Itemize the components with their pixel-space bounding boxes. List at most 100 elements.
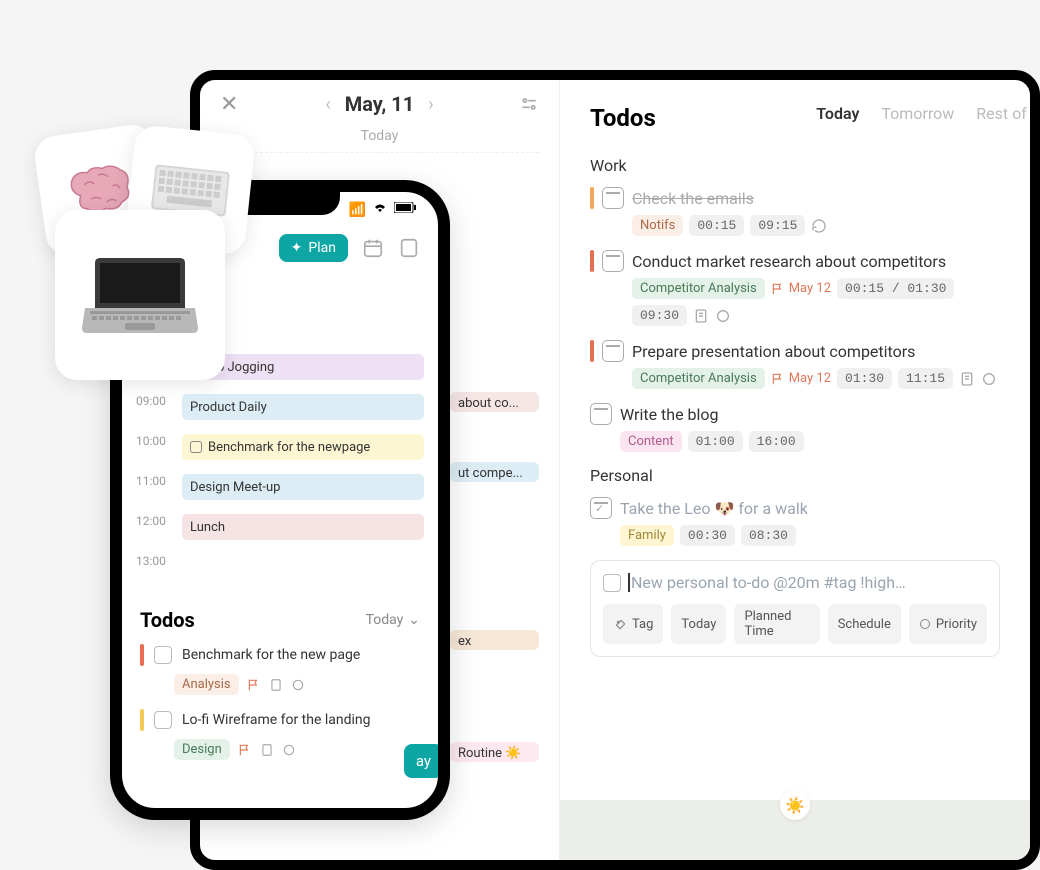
chip-comp: Competitor Analysis (632, 278, 765, 299)
calendar-header: ✕ ‹ May, 11 › (200, 80, 559, 128)
todos-pane: Todos TodayTomorrowRest of T WorkCheck t… (560, 80, 1030, 860)
quickbtn-priority[interactable]: Priority (909, 604, 987, 644)
quickbtn-today[interactable]: Today (671, 604, 726, 644)
note-icon (260, 743, 274, 757)
phone-todos-title: Todos (140, 608, 195, 632)
phone-todo-item[interactable]: Lo-fi Wireframe for the landing (140, 709, 420, 731)
phone-todo-title: Benchmark for the new page (182, 647, 360, 663)
note-icon[interactable] (398, 237, 420, 259)
calendar-checkbox-icon[interactable] (602, 250, 624, 272)
tab-today[interactable]: Today (816, 104, 859, 123)
quickbtn-planned-time[interactable]: Planned Time (734, 604, 819, 644)
tab-rest-of-t[interactable]: Rest of T (976, 104, 1040, 123)
calendar-checkbox-icon[interactable] (602, 187, 624, 209)
chip-time: 16:00 (749, 431, 804, 452)
phone-timeline: Go JoggingProduct DailyBenchmark for the… (122, 354, 438, 594)
chip-comp: Competitor Analysis (632, 368, 765, 389)
priority-bar (140, 709, 144, 731)
chip-time: 09:30 (632, 305, 687, 326)
prev-day-arrow-icon[interactable]: ‹ (325, 94, 330, 115)
sun-icon: ☀️ (780, 790, 810, 820)
timeline-event[interactable]: about co... (450, 392, 539, 412)
chip: Design (174, 739, 230, 760)
todo-title: Prepare presentation about competitors (632, 342, 915, 361)
todo-item[interactable]: Conduct market research about competitor… (590, 250, 1000, 326)
calendar-checkbox-icon[interactable] (590, 497, 612, 519)
chip-notif: Notifs (632, 215, 683, 236)
phone-hour: 10:00 (136, 434, 181, 474)
phone-todos-filter[interactable]: Today⌄ (366, 612, 420, 628)
phone-hour: 13:00 (136, 554, 181, 594)
phone-event[interactable]: Lunch (182, 514, 424, 540)
todo-item[interactable]: Prepare presentation about competitors Co… (590, 340, 1000, 389)
priority-bar (140, 644, 144, 666)
tab-tomorrow[interactable]: Tomorrow (881, 104, 954, 123)
priority-bar (590, 340, 594, 362)
phone-event[interactable]: Design Meet-up (182, 474, 424, 500)
battery-icon (394, 202, 416, 218)
section-header: Work (590, 156, 1000, 175)
flag-icon (238, 743, 252, 757)
circle-icon (981, 371, 997, 387)
timeline-event[interactable]: ut compe... (450, 462, 539, 482)
phone-todo-title: Lo-fi Wireframe for the landing (182, 712, 371, 728)
note-icon (269, 678, 283, 692)
plan-button[interactable]: ✦ Plan (279, 234, 348, 262)
date-label: May, 11 (345, 92, 415, 116)
phone-hour: 12:00 (136, 514, 181, 554)
circle-icon (282, 743, 296, 757)
new-todo-placeholder: New personal to-do @20m #tag !high… (631, 573, 906, 592)
wifi-icon (372, 202, 388, 218)
todo-title: Check the emails (632, 189, 754, 208)
phone-hour: 09:00 (136, 394, 181, 434)
chevron-down-icon: ⌄ (408, 612, 420, 628)
todo-item[interactable]: Take the Leo 🐶 for a walkFamily00:3008:3… (590, 497, 1000, 546)
phone-event[interactable]: Product Daily (182, 394, 424, 420)
todos-tabs: Today Tomorrow Rest of T (816, 104, 1040, 123)
todo-title: Write the blog (620, 405, 719, 424)
checkbox-icon[interactable] (154, 646, 172, 664)
event-checkbox[interactable] (190, 441, 202, 453)
priority-bar (590, 187, 594, 209)
quickbtn-schedule[interactable]: Schedule (828, 604, 901, 644)
chip-family: Family (620, 525, 674, 546)
chip-time: 00:15 (689, 215, 744, 236)
calendar-checkbox-icon[interactable] (602, 340, 624, 362)
chip-time: 11:15 (898, 368, 953, 389)
floating-button[interactable]: ay (404, 744, 443, 778)
chip-time: 08:30 (741, 525, 796, 546)
flag-date: May 12 (771, 281, 831, 296)
priority-bar (590, 250, 594, 272)
signal-icon: 📶 (349, 202, 366, 218)
sparkle-icon: ✦ (291, 240, 303, 256)
chip-time: 00:15 / 01:30 (837, 278, 954, 299)
calendar-checkbox-icon[interactable] (590, 403, 612, 425)
settings-icon[interactable] (519, 94, 539, 114)
checkbox-icon[interactable] (154, 711, 172, 729)
todo-item[interactable]: Write the blogContent01:0016:00 (590, 403, 1000, 452)
phone-hour: 11:00 (136, 474, 181, 514)
section-header: Personal (590, 466, 1000, 485)
quickbtn-tag[interactable]: Tag (603, 604, 663, 644)
todo-item[interactable]: Check the emails Notifs 00:15 09:15 (590, 187, 1000, 236)
chip-time: 00:30 (680, 525, 735, 546)
chip-time: 09:15 (750, 215, 805, 236)
laptop-card (55, 210, 225, 380)
recur-icon (811, 218, 827, 234)
circle-icon (291, 678, 305, 692)
phone-todos-section: Todos Today⌄ Benchmark for the new page A… (122, 594, 438, 788)
timeline-event[interactable]: Routine ☀️ (450, 742, 539, 762)
checkbox-icon[interactable] (603, 574, 621, 592)
new-todo-input[interactable]: New personal to-do @20m #tag !high… TagT… (590, 560, 1000, 657)
flag-icon (247, 678, 261, 692)
timeline-event[interactable]: ex (450, 630, 539, 650)
note-icon (959, 371, 975, 387)
close-icon[interactable]: ✕ (220, 92, 238, 117)
phone-event[interactable]: Benchmark for the newpage (182, 434, 424, 460)
chip: Analysis (174, 674, 239, 695)
next-day-arrow-icon[interactable]: › (428, 94, 433, 115)
flag-date: May 12 (771, 371, 831, 386)
todo-title: Conduct market research about competitor… (632, 252, 946, 271)
calendar-icon[interactable] (362, 237, 384, 259)
phone-todo-item[interactable]: Benchmark for the new page (140, 644, 420, 666)
